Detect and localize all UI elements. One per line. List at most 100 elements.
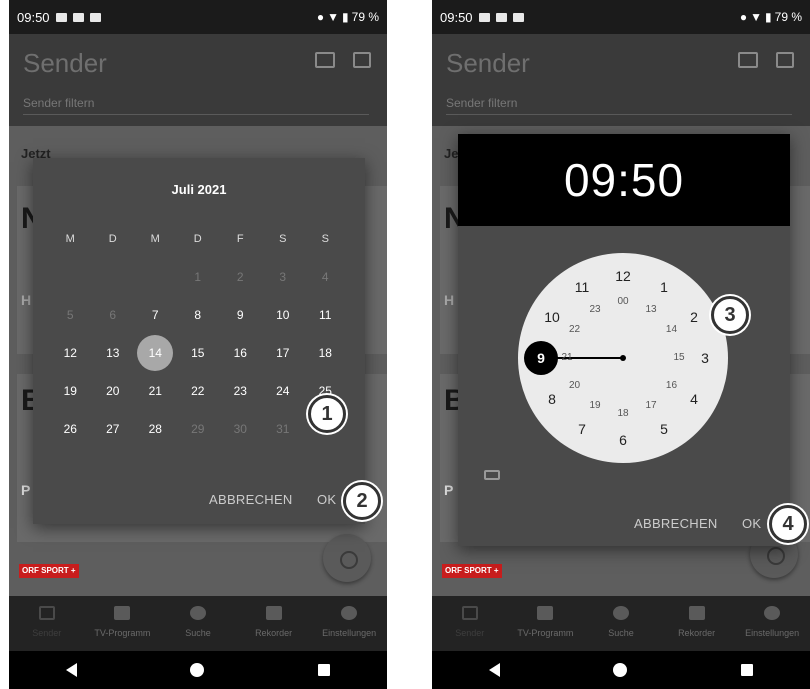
hour-18[interactable]: 18 (611, 404, 635, 424)
list-icon (537, 606, 554, 620)
hour-11[interactable]: 11 (570, 277, 594, 297)
day-20[interactable]: 20 (92, 384, 135, 398)
time-display[interactable]: 09:50 (458, 134, 790, 226)
day-25[interactable]: 25 (304, 384, 347, 398)
battery-icon: ▮ (765, 10, 772, 24)
hour-8[interactable]: 8 (540, 389, 564, 409)
nav-label: TV-Programm (94, 628, 151, 638)
filter-input[interactable]: Sender filtern (446, 96, 792, 115)
ok-button[interactable]: OK (317, 492, 336, 507)
day-12[interactable]: 12 (49, 346, 92, 360)
day-8[interactable]: 8 (177, 308, 220, 322)
hour-5[interactable]: 5 (652, 419, 676, 439)
recents-icon[interactable] (741, 664, 754, 676)
day-22[interactable]: 22 (177, 384, 220, 398)
day-26[interactable]: 26 (49, 422, 92, 436)
status-bar: 09:50 ● ▼ ▮ 79 % (432, 0, 810, 34)
clock-fab[interactable] (323, 534, 371, 582)
phone-right: 09:50 ● ▼ ▮ 79 % Sender Sender filtern J… (432, 0, 810, 689)
nav-tv-programm[interactable]: TV-Programm (85, 596, 161, 651)
hour-23[interactable]: 23 (583, 300, 607, 320)
day-19[interactable]: 19 (49, 384, 92, 398)
day-label: 6 (109, 308, 117, 322)
image-notification-icon (478, 12, 490, 22)
clock-face[interactable]: 12 1 2 3 4 5 6 7 8 9 10 11 00 13 14 15 16 17 18 19 20 21 22 23 (518, 253, 728, 463)
day-24[interactable]: 24 (262, 384, 305, 398)
day-label: 14 (148, 346, 162, 360)
day-21[interactable]: 21 (134, 384, 177, 398)
hour-10[interactable]: 10 (540, 307, 564, 327)
hour-6[interactable]: 6 (611, 430, 635, 450)
nav-sender[interactable]: Sender (432, 596, 508, 651)
hour-2[interactable]: 2 (682, 307, 706, 327)
nav-einstellungen[interactable]: Einstellungen (311, 596, 387, 651)
card-title-letter: P (21, 482, 31, 498)
status-right: ● ▼ ▮ 79 % (317, 10, 379, 24)
orf-sport-logo: ORF SPORT + (442, 564, 502, 578)
hour-13[interactable]: 13 (639, 300, 663, 320)
ok-button[interactable]: OK (742, 516, 761, 531)
hour-4[interactable]: 4 (682, 389, 706, 409)
cast-icon[interactable] (738, 52, 758, 68)
media-notification-icon (89, 12, 101, 22)
home-icon[interactable] (190, 663, 205, 677)
nav-einstellungen[interactable]: Einstellungen (734, 596, 810, 651)
day-10[interactable]: 10 (262, 308, 305, 322)
hour-20[interactable]: 20 (563, 376, 587, 396)
nav-tv-programm[interactable]: TV-Programm (508, 596, 584, 651)
battery-percent: 79 % (351, 10, 379, 24)
nav-sender[interactable]: Sender (9, 596, 85, 651)
keyboard-icon[interactable] (484, 470, 500, 480)
hour-9[interactable]: 9 (529, 348, 553, 368)
cast-icon[interactable] (315, 52, 335, 68)
day-16[interactable]: 16 (219, 346, 262, 360)
radio-icon[interactable] (776, 52, 794, 68)
nav-rekorder[interactable]: Rekorder (659, 596, 735, 651)
day-label: 26 (63, 422, 77, 436)
hour-00[interactable]: 00 (611, 292, 635, 312)
nav-suche[interactable]: Suche (160, 596, 236, 651)
nav-label: Einstellungen (322, 628, 377, 638)
hour-16[interactable]: 16 (659, 376, 683, 396)
hour-17[interactable]: 17 (639, 396, 663, 416)
hour-14[interactable]: 14 (659, 320, 683, 340)
day-label: 27 (106, 422, 120, 436)
home-icon[interactable] (613, 663, 628, 677)
hour-3[interactable]: 3 (693, 348, 717, 368)
nav-rekorder[interactable]: Rekorder (236, 596, 312, 651)
week-row: 5 6 7 8 9 10 11 (49, 296, 349, 334)
recents-icon[interactable] (318, 664, 331, 676)
day-label: 5 (66, 308, 74, 322)
hour-1[interactable]: 1 (652, 277, 676, 297)
day-28[interactable]: 28 (134, 422, 177, 436)
cancel-button[interactable]: ABBRECHEN (634, 516, 718, 531)
nav-label: Einstellungen (745, 628, 800, 638)
day-18[interactable]: 18 (304, 346, 347, 360)
day-9[interactable]: 9 (219, 308, 262, 322)
day-14[interactable]: 14 (134, 335, 177, 371)
clock-center (620, 355, 626, 361)
day-label: 24 (276, 384, 290, 398)
day-7[interactable]: 7 (134, 308, 177, 322)
hour-15[interactable]: 15 (667, 348, 691, 368)
day-17[interactable]: 17 (262, 346, 305, 360)
hour-21[interactable]: 21 (555, 348, 579, 368)
back-icon[interactable] (488, 663, 500, 677)
day-label: 20 (106, 384, 120, 398)
cancel-button[interactable]: ABBRECHEN (209, 492, 293, 507)
back-icon[interactable] (65, 663, 77, 677)
hour-12[interactable]: 12 (611, 266, 635, 286)
hour-22[interactable]: 22 (563, 320, 587, 340)
day-23[interactable]: 23 (219, 384, 262, 398)
day-3: 3 (262, 270, 305, 284)
day-15[interactable]: 15 (177, 346, 220, 360)
day-13[interactable]: 13 (92, 346, 135, 360)
filter-input[interactable]: Sender filtern (23, 96, 369, 115)
day-11[interactable]: 11 (304, 308, 347, 322)
day-27[interactable]: 27 (92, 422, 135, 436)
day-label: 2 (236, 270, 244, 284)
hour-19[interactable]: 19 (583, 396, 607, 416)
radio-icon[interactable] (353, 52, 371, 68)
hour-7[interactable]: 7 (570, 419, 594, 439)
nav-suche[interactable]: Suche (583, 596, 659, 651)
